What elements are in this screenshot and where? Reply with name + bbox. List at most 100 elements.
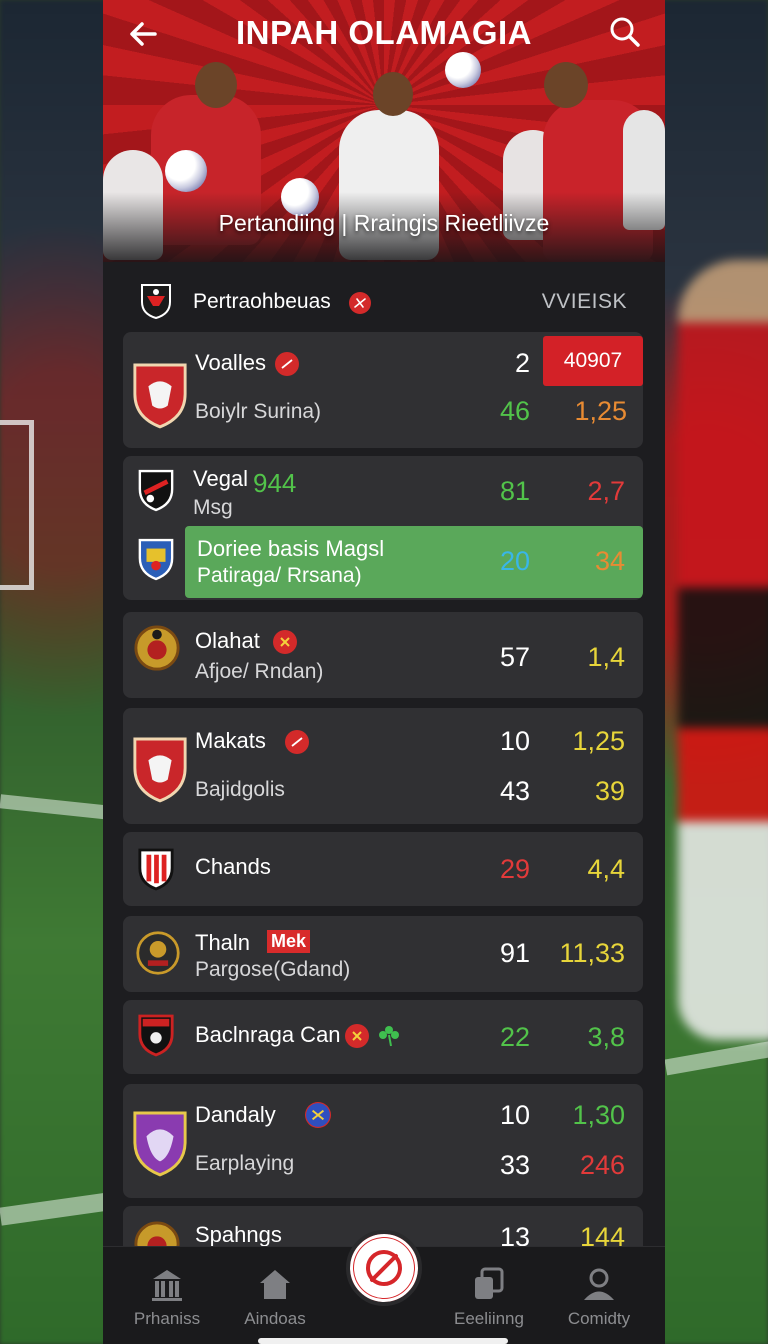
team-crest-icon [138,848,174,891]
team-detail: Bajidgolis [195,778,285,801]
no-betting-icon [354,1238,414,1298]
team-crest-icon [133,363,187,429]
team-name: Baclnraga Can [195,1022,341,1047]
stadium-icon [152,1270,182,1301]
home-icon [260,1270,290,1299]
match-value: 2 [514,348,530,378]
team-detail: Afjoe/ Rndan) [195,660,324,683]
nav-item-comidty[interactable]: Comidty [549,1265,649,1329]
match-value: 91 [499,938,530,968]
home-indicator[interactable] [258,1338,508,1344]
hero-banner: INPAH OLAMAGIA Pertandiing | Rraingis Ri… [103,0,665,262]
match-value: 1,30 [572,1100,625,1130]
player-head [544,62,588,108]
team-name: Olahat [195,628,260,653]
team-badge-number: 944 [253,468,297,498]
team-detail: Boiylr Surina) [195,400,322,423]
status-badge-icon [275,352,299,376]
team-tag: Mek [267,930,311,953]
match-card[interactable]: Thaln Mek Pargose(Gdand) 91 11,33 [123,916,643,992]
match-card[interactable]: Voalles Boiylr Surina) 2 40907 46 1,25 [123,332,643,448]
team-name: Voalles [195,350,266,375]
search-icon[interactable] [607,14,643,50]
status-badge-icon [305,1102,331,1128]
match-value: 10 [499,1100,530,1130]
match-value: 1,25 [572,726,625,756]
team-crest-icon [136,931,180,975]
clover-icon [379,1026,399,1047]
nav-label: Comidty [567,1309,631,1328]
background-goalpost [0,420,34,590]
team-name: Thaln [195,930,251,955]
status-badge-icon [345,1024,369,1048]
player-figure [339,110,439,260]
status-badge-icon [273,630,297,654]
team-detail: Patiraga/ Rrsana) [197,564,362,587]
match-value: 57 [499,642,530,672]
player-figure [103,150,163,260]
match-card[interactable]: Chands 29 4,4 [123,832,643,906]
match-value: 29 [499,854,530,884]
match-value: 4,4 [587,854,625,884]
match-value: 20 [499,546,530,576]
nav-label: Eeeliinng [454,1309,524,1328]
nav-label: Aindoas [244,1309,306,1328]
section-title: Pertraohbeuas [193,290,331,313]
match-value: 22 [499,1022,530,1052]
match-value: 81 [499,476,530,506]
football [165,150,207,192]
hero-subtitle: Pertandiing | Rraingis Rieetliivze [218,210,550,236]
team-name: Makats [195,728,266,753]
screens-icon [475,1267,504,1299]
nav-item-prhaniss[interactable]: Prhaniss [117,1265,217,1329]
app-screen: INPAH OLAMAGIA Pertandiing | Rraingis Ri… [103,0,665,1344]
team-detail: Msg [193,496,233,519]
match-value: 39 [594,776,625,806]
nav-item-eeeliinng[interactable]: Eeeliinng [439,1265,539,1329]
team-detail: Earplaying [195,1152,295,1175]
team-name: Dandaly [195,1102,276,1127]
team-crest-icon [138,538,174,581]
status-badge-icon [285,730,309,754]
team-name: Spahngs [195,1222,282,1247]
player-head [195,62,237,108]
football [445,52,481,88]
match-value: 43 [499,776,530,806]
background-player [678,260,768,1040]
live-badge-icon [349,292,371,314]
match-card[interactable]: Makats Bajidgolis 10 1,25 43 39 [123,708,643,824]
team-crest-icon [138,1014,174,1057]
match-value: 1,4 [587,642,625,672]
team-name: Vegal [193,466,249,491]
match-value: 2,7 [587,476,625,506]
league-shield-icon [141,284,171,320]
user-icon [584,1268,614,1300]
match-value: 11,33 [559,938,625,968]
match-value: 3,8 [587,1022,625,1052]
match-value: 34 [594,546,625,576]
team-name: Doriee basis Magsl [197,536,385,561]
match-card[interactable]: Dandaly Earplaying 10 1,30 33 246 [123,1084,643,1198]
team-detail: Pargose(Gdand) [195,958,351,981]
team-crest-icon [134,625,180,671]
match-card[interactable]: Baclnraga Can 22 3,8 [123,1000,643,1074]
player-head [373,72,413,116]
match-value: 10 [499,726,530,756]
match-value: 33 [499,1150,530,1180]
section-header: Pertraohbeuas VVIEISK [103,270,665,332]
team-name: Chands [195,854,271,879]
team-crest-icon [133,1111,187,1177]
team-crest-icon [138,469,174,512]
match-card[interactable]: Vegal 944 Msg 81 2,7 Doriee basis Magsl … [123,456,643,600]
match-card[interactable]: Olahat Afjoe/ Rndan) 57 1,4 [123,612,643,698]
match-value: 246 [579,1150,625,1180]
odds-pill[interactable]: 40907 [543,336,643,386]
page-title: INPAH OLAMAGIA [235,14,533,51]
center-action-button[interactable] [346,1230,422,1306]
match-value: 46 [499,396,530,426]
week-filter[interactable]: VVIEISK [542,290,627,314]
match-value: 1,25 [574,396,627,426]
team-crest-icon [133,737,187,803]
nav-label: Prhaniss [133,1309,201,1328]
nav-item-aindoas[interactable]: Aindoas [225,1265,325,1329]
